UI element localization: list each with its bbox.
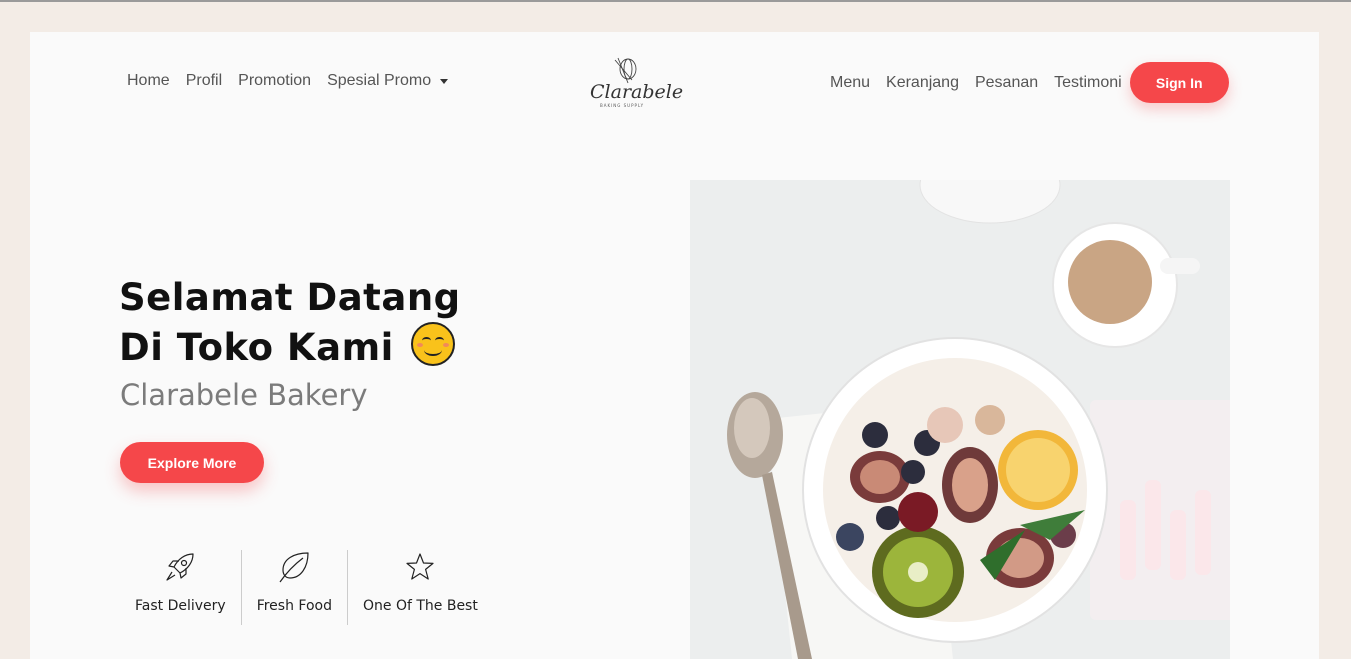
- hero-subtitle: Clarabele Bakery: [120, 378, 368, 412]
- nav-home[interactable]: Home: [127, 72, 170, 90]
- feature-one-of-the-best: One Of The Best: [347, 550, 493, 625]
- fruit-bowl-illustration: [690, 180, 1230, 659]
- feature-label: Fresh Food: [256, 598, 332, 614]
- nav-testimoni[interactable]: Testimoni: [1054, 74, 1122, 92]
- caret-down-icon: [440, 78, 449, 84]
- nav-promotion[interactable]: Promotion: [238, 72, 311, 90]
- star-icon: [406, 553, 435, 580]
- nav-menu[interactable]: Menu: [830, 74, 870, 92]
- logo-tagline: BAKING SUPPLY: [600, 103, 645, 108]
- window-top-border: [0, 0, 1351, 2]
- feature-label: Fast Delivery: [135, 598, 226, 614]
- rocket-icon: [166, 553, 194, 581]
- hero-title: Selamat Datang Di Toko Kami: [119, 274, 461, 372]
- sign-in-button[interactable]: Sign In: [1129, 62, 1229, 103]
- nav-spesial-promo-label: Spesial Promo: [327, 72, 432, 89]
- feature-fresh-food: Fresh Food: [240, 550, 347, 625]
- feature-label: One Of The Best: [363, 598, 478, 614]
- leaf-icon: [279, 552, 309, 583]
- nav-pesanan[interactable]: Pesanan: [975, 74, 1038, 92]
- explore-more-button[interactable]: Explore More: [120, 442, 264, 483]
- nav-profil[interactable]: Profil: [186, 72, 222, 90]
- nav-spesial-promo-dropdown[interactable]: Spesial Promo: [327, 72, 449, 90]
- landing-card: Home Profil Promotion Spesial Promo Clar…: [30, 32, 1319, 659]
- nav-keranjang[interactable]: Keranjang: [886, 74, 959, 92]
- hero-title-line2: Di Toko Kami: [119, 326, 394, 369]
- smiling-face-icon: [411, 322, 456, 366]
- hero-title-line1: Selamat Datang: [119, 276, 461, 319]
- feature-list: Fast Delivery Fresh Food One Of The Best: [120, 550, 493, 625]
- feature-fast-delivery: Fast Delivery: [120, 550, 241, 625]
- logo-wordmark: Clarabele: [590, 81, 684, 103]
- hero-food-photo: [690, 180, 1230, 659]
- secondary-nav: Menu Keranjang Pesanan Testimoni Sign In: [830, 62, 1229, 103]
- primary-nav: Home Profil Promotion Spesial Promo: [127, 72, 464, 90]
- brand-logo[interactable]: Clarabele BAKING SUPPLY: [588, 56, 683, 112]
